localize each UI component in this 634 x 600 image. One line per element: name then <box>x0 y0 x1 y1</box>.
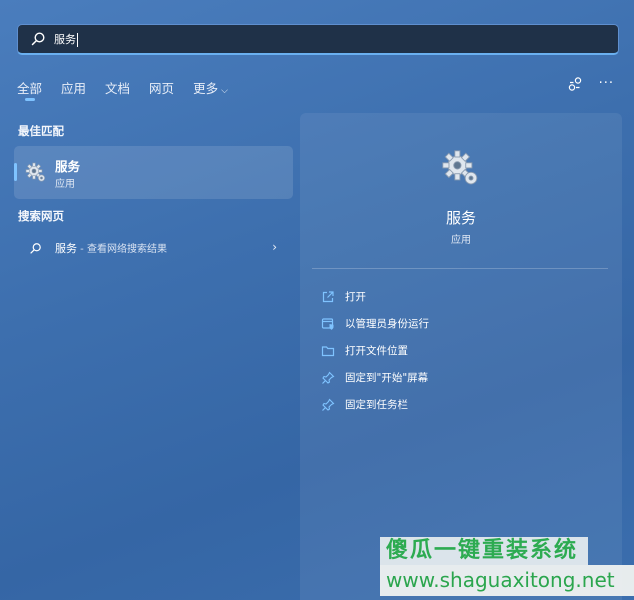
action-pin-to-start[interactable]: 固定到"开始"屏幕 <box>321 364 429 391</box>
chevron-down-icon: ⌵ <box>221 86 228 96</box>
action-run-as-admin[interactable]: 以管理员身份运行 <box>321 310 429 337</box>
action-open-file-location-label: 打开文件位置 <box>345 345 408 357</box>
folder-icon <box>321 345 335 356</box>
search-icon <box>31 32 45 46</box>
best-match-heading: 最佳匹配 <box>18 124 64 138</box>
text-caret <box>77 33 78 47</box>
tab-more[interactable]: 更多 ⌵ <box>193 78 228 97</box>
selection-accent <box>14 163 17 181</box>
more-dots-icon[interactable]: ··· <box>599 76 614 92</box>
web-search-heading: 搜索网页 <box>18 209 64 223</box>
watermark-title: 傻瓜一键重装系统 <box>380 537 588 565</box>
search-input[interactable]: 服务 <box>17 24 619 55</box>
action-pin-to-taskbar[interactable]: 固定到任务栏 <box>321 391 429 418</box>
web-search-suffix: - 查看网络搜索结果 <box>77 244 167 255</box>
open-external-icon <box>322 290 334 302</box>
action-list: 打开 以管理员身份运行 打开文件位置 固定到"开始"屏幕 固定到任务栏 <box>321 283 429 418</box>
run-as-admin-icon <box>321 317 334 330</box>
top-right-actions: ··· <box>551 76 614 92</box>
services-gear-icon <box>25 162 46 182</box>
filter-tabs: 全部 应用 文档 网页 更多 ⌵ <box>17 78 247 101</box>
chevron-right-icon: › <box>272 240 277 254</box>
action-open[interactable]: 打开 <box>321 283 429 310</box>
web-search-label: 服务 - 查看网络搜索结果 <box>55 242 167 255</box>
search-query-text: 服务 <box>54 33 78 47</box>
share-network-icon[interactable] <box>567 76 583 92</box>
action-open-file-location[interactable]: 打开文件位置 <box>321 337 429 364</box>
tab-apps[interactable]: 应用 <box>61 78 86 97</box>
search-icon <box>30 242 41 254</box>
action-run-as-admin-label: 以管理员身份运行 <box>345 318 429 330</box>
watermark-url: www.shaguaxitong.net <box>380 565 634 596</box>
tab-web[interactable]: 网页 <box>149 78 174 97</box>
action-pin-to-taskbar-label: 固定到任务栏 <box>345 399 408 411</box>
pin-icon <box>322 398 335 411</box>
best-match-result[interactable]: 服务 应用 <box>14 146 293 199</box>
web-search-result[interactable]: 服务 - 查看网络搜索结果 › <box>14 235 293 261</box>
action-pin-to-start-label: 固定到"开始"屏幕 <box>345 372 429 384</box>
services-gear-icon <box>442 150 478 185</box>
detail-app-type: 应用 <box>451 235 471 246</box>
tab-documents[interactable]: 文档 <box>105 78 130 97</box>
action-open-label: 打开 <box>345 291 366 303</box>
best-match-type: 应用 <box>55 179 75 190</box>
best-match-name: 服务 <box>55 159 81 174</box>
detail-app-name: 服务 <box>445 209 476 227</box>
divider <box>312 268 608 269</box>
detail-panel: 服务 应用 打开 以管理员身份运行 打开文件位置 固定到"开始"屏幕 固定到任务… <box>300 113 622 600</box>
tab-all[interactable]: 全部 <box>17 78 42 101</box>
pin-icon <box>322 371 335 384</box>
